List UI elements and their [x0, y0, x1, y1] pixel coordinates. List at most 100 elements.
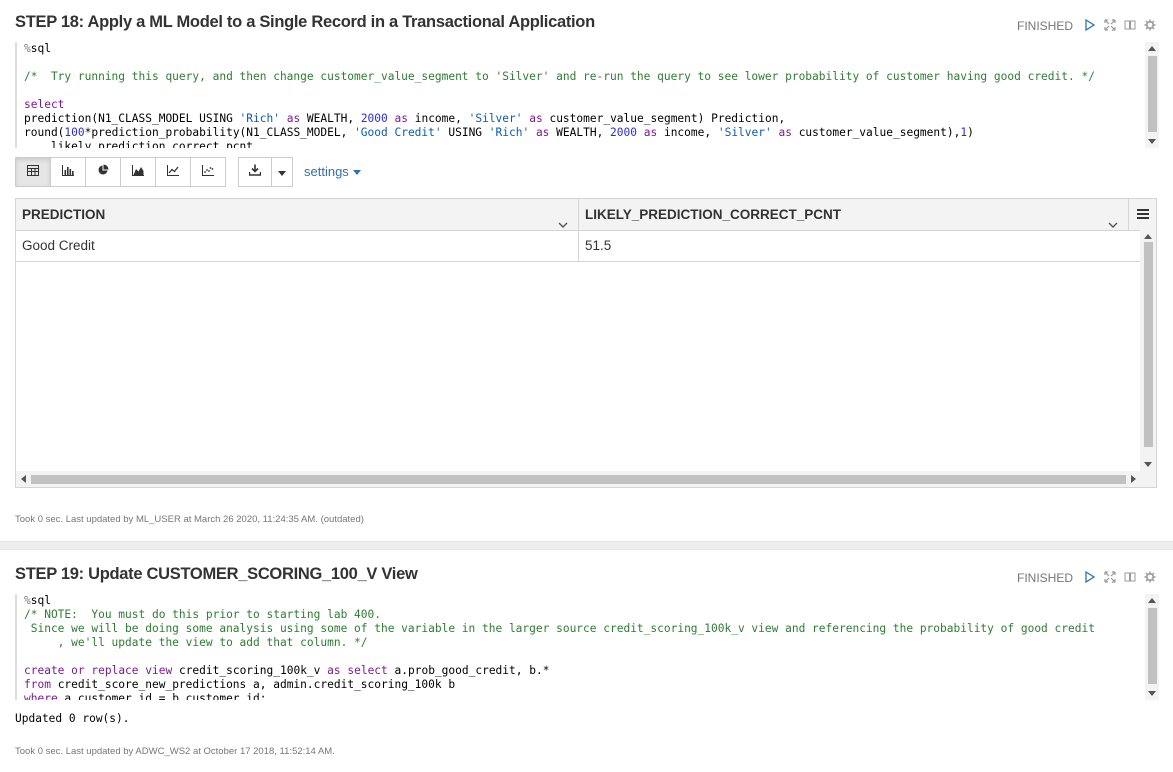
table-cell-prediction[interactable]: Good Credit	[16, 230, 579, 261]
caret-down-icon	[352, 170, 361, 176]
grid-menu-button[interactable]	[1128, 199, 1156, 230]
column-header-likely-prediction-correct-pcnt[interactable]: LIKELY_PREDICTION_CORRECT_PCNT	[579, 199, 1129, 230]
area-chart-button[interactable]	[120, 157, 156, 187]
status-label: FINISHED	[1017, 571, 1074, 585]
scatter-chart-button[interactable]	[190, 157, 226, 187]
download-group	[238, 157, 293, 187]
table-cell-likely-prediction-correct-pcnt[interactable]: 51.5	[579, 230, 1141, 261]
scatter-chart-icon	[202, 163, 214, 181]
area-chart-icon	[132, 163, 144, 181]
grid-vertical-scrollbar[interactable]	[1140, 230, 1156, 471]
paragraph-title[interactable]: STEP 19: Update CUSTOMER_SCORING_100_V V…	[15, 565, 418, 584]
gear-icon[interactable]	[1144, 570, 1156, 583]
code-text: *prediction_probability(N1_CLASS_MODEL,	[84, 126, 355, 139]
pie-chart-button[interactable]	[85, 157, 121, 187]
scrollbar-thumb[interactable]	[1148, 56, 1157, 132]
paragraph-footer: Took 0 sec. Last updated by ML_USER at M…	[15, 514, 364, 525]
code-text: credit_scoring_100k_v	[172, 664, 328, 677]
line-chart-button[interactable]	[155, 157, 191, 187]
editor-scrollbar[interactable]	[1145, 42, 1159, 148]
code-text: USING	[441, 126, 489, 139]
book-icon[interactable]	[1124, 18, 1136, 30]
code-keyword: replace	[91, 664, 139, 677]
paragraph-controls	[1084, 570, 1156, 584]
code-string: 'Good Credit'	[354, 126, 442, 139]
code-text: income,	[414, 112, 469, 125]
code-keyword: as	[529, 126, 557, 139]
scroll-up-icon[interactable]	[1148, 598, 1156, 603]
scroll-up-icon[interactable]	[1144, 234, 1152, 239]
download-button[interactable]	[238, 157, 272, 187]
code-keyword: create	[24, 664, 65, 677]
expand-icon[interactable]	[1104, 18, 1116, 31]
code-text: a.prob_good_credit, b.*	[387, 664, 550, 677]
code-keyword: select	[340, 664, 388, 677]
editor-scrollbar[interactable]	[1145, 594, 1159, 700]
code-text: credit_score_new_predictions a, admin.cr…	[50, 678, 456, 691]
code-keyword: select	[24, 98, 65, 111]
scroll-down-icon[interactable]	[1148, 139, 1156, 144]
interpreter-directive: sql	[30, 42, 51, 55]
code-text: WEALTH,	[556, 126, 611, 139]
code-comment: /* NOTE: You must do this prior to start…	[24, 608, 381, 621]
settings-link[interactable]: settings	[304, 164, 361, 179]
table-row[interactable]: Good Credit 51.5	[16, 230, 1141, 262]
gear-icon[interactable]	[1144, 18, 1156, 31]
code-text: customer_value_segment) Prediction,	[549, 112, 786, 125]
code-keyword: where	[24, 692, 58, 700]
code-keyword: or	[64, 664, 92, 677]
code-number: 2000	[610, 126, 637, 139]
code-keyword: as	[327, 664, 341, 677]
code-number: 2000	[360, 112, 388, 125]
run-icon[interactable]	[1084, 18, 1096, 32]
bar-chart-button[interactable]	[50, 157, 86, 187]
code-comment: /* Try running this query, and then chan…	[24, 70, 1095, 83]
paragraph-title[interactable]: STEP 18: Apply a ML Model to a Single Re…	[15, 13, 595, 32]
code-comment: Since we will be doing some analysis usi…	[24, 622, 1095, 635]
code-string: 'Silver'	[468, 112, 523, 125]
code-number: 100	[64, 126, 85, 139]
column-header-label: PREDICTION	[22, 207, 106, 222]
code-string: 'Silver'	[717, 126, 772, 139]
code-string: 'Rich'	[488, 126, 530, 139]
code-comment: , we'll update the view to add that colu…	[24, 636, 368, 649]
code-keyword: as	[771, 126, 799, 139]
code-text: round(	[24, 126, 65, 139]
code-string: 'Rich'	[239, 112, 280, 125]
paragraph-step-18: STEP 18: Apply a ML Model to a Single Re…	[0, 0, 1173, 541]
code-editor[interactable]: %sql /* Try running this query, and then…	[15, 42, 1159, 148]
code-keyword: view	[138, 664, 173, 677]
code-text: customer_value_segment),	[798, 126, 961, 139]
grid-header: PREDICTION LIKELY_PREDICTION_CORRECT_PCN…	[16, 199, 1143, 231]
bar-chart-icon	[62, 163, 74, 181]
paragraph-footer: Took 0 sec. Last updated by ADWC_WS2 at …	[15, 746, 335, 757]
percent-sign: %	[24, 594, 31, 607]
scroll-right-icon[interactable]	[1131, 475, 1136, 483]
scroll-down-icon[interactable]	[1148, 691, 1156, 696]
results-grid[interactable]: PREDICTION LIKELY_PREDICTION_CORRECT_PCN…	[15, 198, 1157, 488]
run-icon[interactable]	[1084, 570, 1096, 584]
caret-down-icon	[278, 163, 286, 181]
table-view-button[interactable]	[15, 157, 51, 187]
scrollbar-thumb[interactable]	[1144, 242, 1153, 447]
scrollbar-thumb[interactable]	[31, 475, 1126, 484]
scroll-down-icon[interactable]	[1144, 462, 1152, 467]
scrollbar-thumb[interactable]	[1148, 608, 1157, 684]
code-text: a.customer_id = b.customer_id;	[57, 692, 267, 700]
scroll-left-icon[interactable]	[21, 475, 26, 483]
settings-label: settings	[304, 164, 349, 179]
code-editor[interactable]: %sql /* NOTE: You must do this prior to …	[15, 594, 1159, 700]
code-keyword: as	[387, 112, 415, 125]
column-header-prediction[interactable]: PREDICTION	[16, 199, 579, 230]
download-dropdown-button[interactable]	[271, 157, 293, 187]
scroll-up-icon[interactable]	[1148, 46, 1156, 51]
expand-icon[interactable]	[1104, 570, 1116, 583]
code-keyword: as	[637, 126, 664, 139]
download-icon	[248, 163, 262, 181]
interpreter-directive: sql	[30, 594, 51, 607]
grid-horizontal-scrollbar[interactable]	[16, 471, 1156, 487]
visualization-toolbar	[15, 157, 226, 187]
code-keyword: as	[522, 112, 550, 125]
table-icon	[27, 163, 39, 181]
book-icon[interactable]	[1124, 570, 1136, 582]
